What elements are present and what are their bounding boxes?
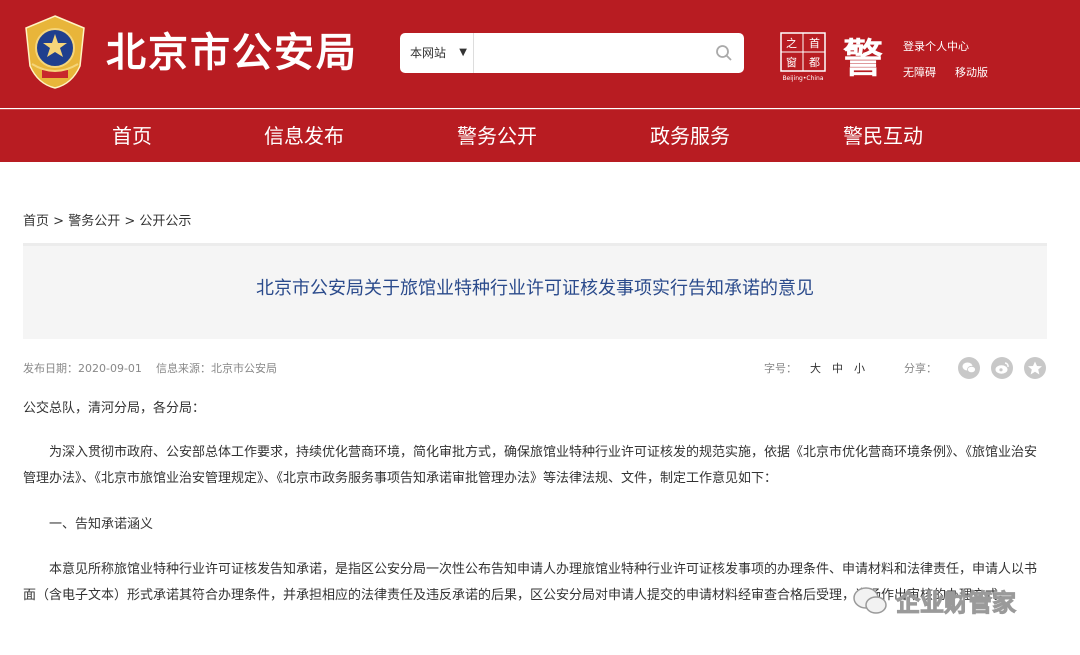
capital-logo-caption: Beijing•China	[782, 75, 824, 82]
watermark-text: 企业财管家	[896, 589, 1017, 618]
article-title: 北京市公安局关于旅馆业特种行业许可证核发事项实行告知承诺的意见	[256, 278, 814, 299]
site-title[interactable]: 北京市公安局	[106, 28, 358, 78]
logo-char: 首	[809, 36, 820, 50]
breadcrumb-police-affairs[interactable]: 警务公开	[68, 214, 120, 229]
nav-item-home[interactable]: 首页	[112, 110, 152, 162]
search-scope-select[interactable]: 本网站 ▼	[400, 33, 474, 73]
breadcrumb: 首页 > 警务公开 > 公开公示	[23, 210, 191, 229]
login-link[interactable]: 登录个人中心	[903, 38, 969, 54]
weibo-icon[interactable]	[991, 357, 1013, 379]
search-icon[interactable]	[714, 43, 734, 63]
breadcrumb-public-notice[interactable]: 公开公示	[139, 214, 191, 229]
info-source: 信息来源：北京市公安局	[156, 362, 277, 375]
police-emblem-icon[interactable]	[22, 14, 88, 90]
capital-window-icon: 首 都 之 窗	[780, 32, 826, 72]
article-title-panel: 北京市公安局关于旅馆业特种行业许可证核发事项实行告知承诺的意见	[23, 243, 1047, 339]
font-size-label: 字号：	[764, 362, 797, 375]
logo-char: 窗	[786, 55, 797, 69]
font-size-small[interactable]: 小	[854, 360, 865, 376]
share-label: 分享：	[904, 362, 937, 375]
wechat-watermark-icon	[853, 587, 887, 614]
breadcrumb-separator: >	[120, 214, 140, 229]
watermark: 企业财管家	[852, 580, 1052, 624]
publish-date: 发布日期：2020-09-01	[23, 362, 142, 375]
nav-item-info[interactable]: 信息发布	[264, 110, 344, 162]
police-logo[interactable]: 警	[838, 34, 888, 82]
search-scope-label: 本网站	[410, 46, 447, 60]
search-input[interactable]	[476, 33, 710, 75]
logo-char: 之	[786, 36, 797, 50]
breadcrumb-separator: >	[49, 214, 69, 229]
article-greeting: 公交总队，清河分局，各分局：	[23, 401, 206, 416]
wechat-icon[interactable]	[958, 357, 980, 379]
nav-item-police-affairs[interactable]: 警务公开	[457, 110, 537, 162]
svg-text:警: 警	[843, 36, 883, 78]
capital-window-logo[interactable]: 首 都 之 窗 Beijing•China	[780, 32, 826, 82]
nav-item-interaction[interactable]: 警民互动	[843, 110, 923, 162]
breadcrumb-home[interactable]: 首页	[23, 214, 49, 229]
main-nav: 首页 信息发布 警务公开 政务服务 警民互动	[0, 109, 1080, 162]
chevron-down-icon: ▼	[459, 47, 467, 58]
section-heading: 一、告知承诺涵义	[49, 517, 154, 532]
site-header: 北京市公安局 本网站 ▼ 首 都 之 窗 Beijing•China 警 登录个…	[0, 0, 1080, 108]
font-size-large[interactable]: 大	[810, 360, 821, 376]
favorite-star-icon[interactable]	[1024, 357, 1046, 379]
logo-char: 都	[809, 56, 820, 69]
nav-item-gov-services[interactable]: 政务服务	[650, 110, 730, 162]
article-intro-paragraph: 为深入贯彻市政府、公安部总体工作要求，持续优化营商环境，简化审批方式，确保旅馆业…	[23, 445, 1038, 486]
mobile-version-link[interactable]: 移动版	[955, 64, 988, 80]
font-size-medium[interactable]: 中	[832, 360, 843, 376]
search-bar: 本网站 ▼	[400, 33, 744, 75]
police-char-icon: 警	[843, 36, 883, 82]
accessibility-link[interactable]: 无障碍	[903, 64, 936, 80]
